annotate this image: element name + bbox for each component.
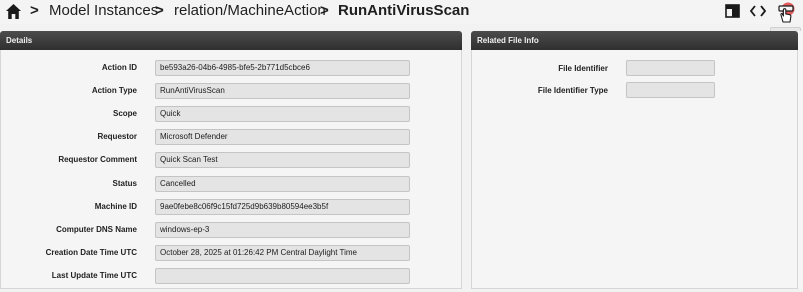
requestor-label: Requestor [97,132,137,141]
requestor-comment-field[interactable]: Quick Scan Test [155,152,410,168]
last-update-time-label: Last Update Time UTC [51,271,137,280]
details-header: Details [0,31,462,50]
action-type-field[interactable]: RunAntiVirusScan [155,83,410,99]
breadcrumb-separator: > [155,2,164,19]
creation-date-time-label: Creation Date Time UTC [45,248,137,257]
requestor-comment-label: Requestor Comment [58,155,137,164]
action-id-label: Action ID [101,63,137,72]
file-identifier-type-field[interactable] [626,82,715,98]
scope-field[interactable]: Quick [155,106,410,122]
file-identifier-label: File Identifier [558,64,608,73]
panel-toggle-icon[interactable] [725,3,740,19]
breadcrumb-current-page: RunAntiVirusScan [338,2,470,19]
status-field[interactable]: Cancelled [155,176,410,192]
home-icon[interactable] [5,3,22,20]
action-type-label: Action Type [91,86,137,95]
cancel-icon[interactable] [774,2,798,24]
scope-label: Scope [112,109,137,118]
requestor-field[interactable]: Microsoft Defender [155,129,410,145]
status-label: Status [112,179,137,188]
last-update-time-field[interactable] [155,268,410,284]
file-identifier-type-label: File Identifier Type [537,86,608,95]
related-file-info-header: Related File Info [471,31,798,50]
breadcrumb-machine-action[interactable]: relation/MachineAction [174,1,326,21]
computer-dns-name-label: Computer DNS Name [56,225,137,234]
breadcrumb-separator: > [320,2,329,19]
file-identifier-field[interactable] [626,60,715,76]
breadcrumb-model-instances[interactable]: Model Instances [49,1,158,21]
action-id-field[interactable]: be593a26-04b6-4985-bfe5-2b771d5cbce6 [155,60,410,76]
machine-id-field[interactable]: 9ae0febe8c06f9c15fd725d9b639b80594ee3b5f [155,199,410,215]
creation-date-time-field[interactable]: October 28, 2025 at 01:26:42 PM Central … [155,245,410,261]
breadcrumb-separator: > [30,2,39,19]
code-view-icon[interactable] [750,3,766,19]
top-bar: > Model Instances > relation/MachineActi… [0,0,803,24]
machine-id-label: Machine ID [94,202,137,211]
computer-dns-name-field[interactable]: windows-ep-3 [155,222,410,238]
